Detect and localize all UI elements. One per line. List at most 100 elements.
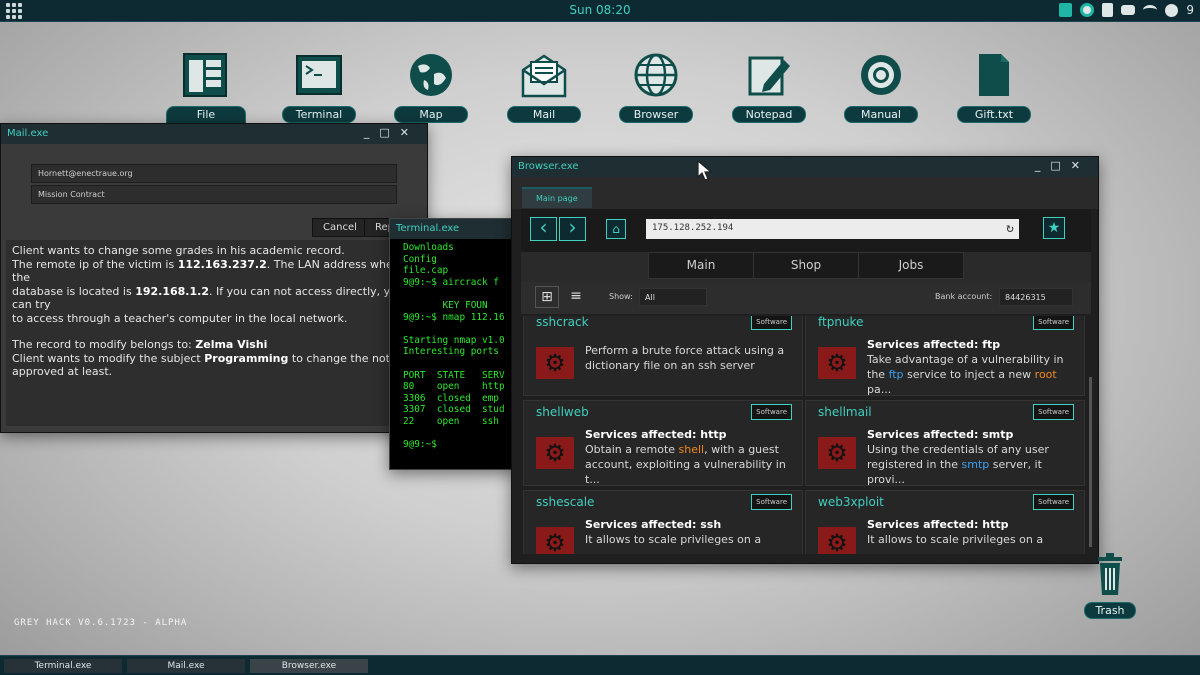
gear-icon: ⚙: [818, 437, 856, 469]
taskbar-item-terminal[interactable]: Terminal.exe: [4, 659, 122, 673]
menu-jobs[interactable]: Jobs: [858, 252, 964, 279]
version-label: GREY HACK V0.6.1723 - ALPHA: [14, 618, 188, 628]
mouse-cursor-icon: [697, 160, 713, 181]
mail-line: to access through a teacher's computer i…: [12, 311, 348, 325]
show-select[interactable]: All: [639, 288, 707, 306]
remote-ip: 112.163.237.2: [177, 257, 267, 271]
software-card-shellweb[interactable]: shellweb Software ⚙ Services affected: h…: [523, 400, 803, 486]
mail-icon: [521, 54, 567, 98]
text-file-icon: [979, 54, 1009, 96]
software-name: sshcrack: [536, 316, 589, 329]
mail-window[interactable]: Mail.exe _□✕ Hornett@enectraue.org PF Mi…: [0, 123, 428, 433]
menu-main[interactable]: Main: [648, 252, 754, 279]
url-text: 175.128.252.194: [652, 223, 734, 233]
software-tag: Software: [1033, 494, 1074, 510]
subject-name: Programming: [204, 351, 289, 365]
forward-button[interactable]: ›: [559, 217, 586, 241]
software-tag: Software: [751, 316, 792, 330]
bookmark-star-button[interactable]: ★: [1043, 217, 1065, 239]
terminal-titlebar[interactable]: Terminal.exe: [390, 219, 518, 239]
software-name: shellweb: [536, 405, 589, 419]
mail-line: The record to modify belongs to: Zelma V…: [12, 338, 268, 351]
reload-icon[interactable]: ↻: [1006, 221, 1014, 236]
trash-label: Trash: [1084, 602, 1136, 619]
window-title: Mail.exe: [7, 128, 49, 139]
desktop-icon-terminal[interactable]: Terminal: [279, 52, 359, 123]
chat-tray-icon[interactable]: [1121, 5, 1136, 15]
desktop-icon-browser[interactable]: Browser: [616, 52, 696, 123]
browser-globe-icon: [634, 53, 678, 97]
menu-shop[interactable]: Shop: [753, 252, 859, 279]
back-button[interactable]: ‹: [530, 217, 557, 241]
tab-main-page[interactable]: Main page: [522, 187, 592, 208]
software-description: Perform a brute force attack using a dic…: [585, 344, 785, 372]
trash-can-icon: [1098, 553, 1122, 595]
notepad-pencil-icon: [748, 56, 790, 96]
desktop-icon-label: Terminal: [282, 106, 356, 123]
software-card-sshescale[interactable]: sshescale Software ⚙ Services affected: …: [523, 490, 803, 554]
software-tag: Software: [751, 494, 792, 510]
clock: Sun 08:20: [569, 3, 631, 17]
home-button[interactable]: ⌂: [606, 219, 626, 239]
terminal-output[interactable]: Downloads Config file.cap 9@9:~$ aircrac…: [390, 239, 518, 454]
gear-icon: ⚙: [818, 527, 856, 554]
desktop-icon-map[interactable]: Map: [391, 52, 471, 123]
desktop-icon-trash[interactable]: Trash: [1082, 553, 1138, 619]
mail-titlebar[interactable]: Mail.exe _□✕: [1, 124, 427, 144]
scrollbar[interactable]: [1089, 377, 1092, 547]
top-bar: Sun 08:20 9: [0, 0, 1200, 22]
terminal-icon: [296, 55, 342, 95]
desktop-icon-label: Gift.txt: [957, 106, 1031, 123]
bank-account-select[interactable]: 84426315: [999, 288, 1073, 306]
browser-tab-row: Main page: [512, 177, 1098, 209]
notes-tray-icon[interactable]: [1059, 3, 1073, 17]
taskbar-item-mail[interactable]: Mail.exe: [127, 659, 245, 673]
desktop-icon-gift-txt[interactable]: Gift.txt: [954, 52, 1034, 123]
mail-line: Client wants to change some grades in hi…: [12, 244, 345, 257]
file-explorer-icon: [183, 53, 227, 97]
window-controls[interactable]: _□✕: [1035, 159, 1090, 172]
desktop-icon-notepad[interactable]: Notepad: [729, 52, 809, 123]
clipboard-tray-icon[interactable]: [1102, 3, 1114, 17]
url-input[interactable]: 175.128.252.194 ↻: [646, 219, 1019, 239]
software-card-shellmail[interactable]: shellmail Software ⚙ Services affected: …: [805, 400, 1085, 486]
browser-titlebar[interactable]: Browser.exe _□✕: [512, 157, 1098, 177]
gear-icon: ⚙: [536, 347, 574, 379]
gear-icon: ⚙: [818, 347, 856, 379]
desktop-icon-mail[interactable]: Mail: [504, 52, 584, 123]
software-card-web3xploit[interactable]: web3xploit Software ⚙ Services affected:…: [805, 490, 1085, 554]
software-card-sshcrack[interactable]: sshcrack Software ⚙ Perform a brute forc…: [523, 316, 803, 396]
gear-icon: ⚙: [536, 437, 574, 469]
browser-window[interactable]: Browser.exe _□✕ Main page ‹ › ⌂ 175.128.…: [511, 156, 1099, 564]
software-name: web3xploit: [818, 495, 884, 509]
wifi-tray-icon[interactable]: [1143, 5, 1158, 15]
filter-row: ⊞ ≡ Show: All Bank account: 84426315: [521, 282, 1091, 314]
desktop-icon-label: Mail: [507, 106, 581, 123]
software-name: ftpnuke: [818, 316, 864, 329]
software-description: Services affected: ftp Take advantage of …: [867, 338, 1064, 396]
software-list: sshcrack Software ⚙ Perform a brute forc…: [521, 316, 1087, 554]
software-description: Services affected: http It allows to scal…: [867, 518, 1044, 546]
software-description: Services affected: http Obtain a remote s…: [585, 428, 786, 486]
desktop-icon-manual[interactable]: Manual: [841, 52, 921, 123]
mail-line: approved at least.: [12, 365, 113, 378]
cancel-button[interactable]: Cancel: [312, 218, 368, 237]
window-title: Terminal.exe: [396, 223, 460, 234]
site-menu: Main Shop Jobs: [521, 252, 1091, 282]
list-view-icon[interactable]: ≡: [564, 286, 588, 308]
grid-view-icon[interactable]: ⊞: [535, 286, 559, 308]
software-name: sshescale: [536, 495, 595, 509]
taskbar-item-browser[interactable]: Browser.exe: [250, 659, 368, 673]
system-tray: 9: [1059, 3, 1194, 17]
record-name: Zelma Vishi: [195, 338, 268, 351]
window-controls[interactable]: _□✕: [364, 126, 419, 139]
mail-line: database is located is 192.168.1.2. If y…: [12, 284, 404, 312]
terminal-window[interactable]: Terminal.exe Downloads Config file.cap 9…: [389, 218, 519, 470]
network-globe-tray-icon[interactable]: [1080, 3, 1095, 17]
mail-body: Client wants to change some grades in hi…: [6, 240, 426, 426]
software-description: Services affected: smtp Using the credent…: [867, 428, 1049, 486]
desktop-icon-label: Browser: [619, 106, 693, 123]
software-card-ftpnuke[interactable]: ftpnuke Software ⚙ Services affected: ft…: [805, 316, 1085, 396]
desktop-icon-label: Notepad: [732, 106, 806, 123]
user-tray-icon[interactable]: [1165, 3, 1179, 17]
